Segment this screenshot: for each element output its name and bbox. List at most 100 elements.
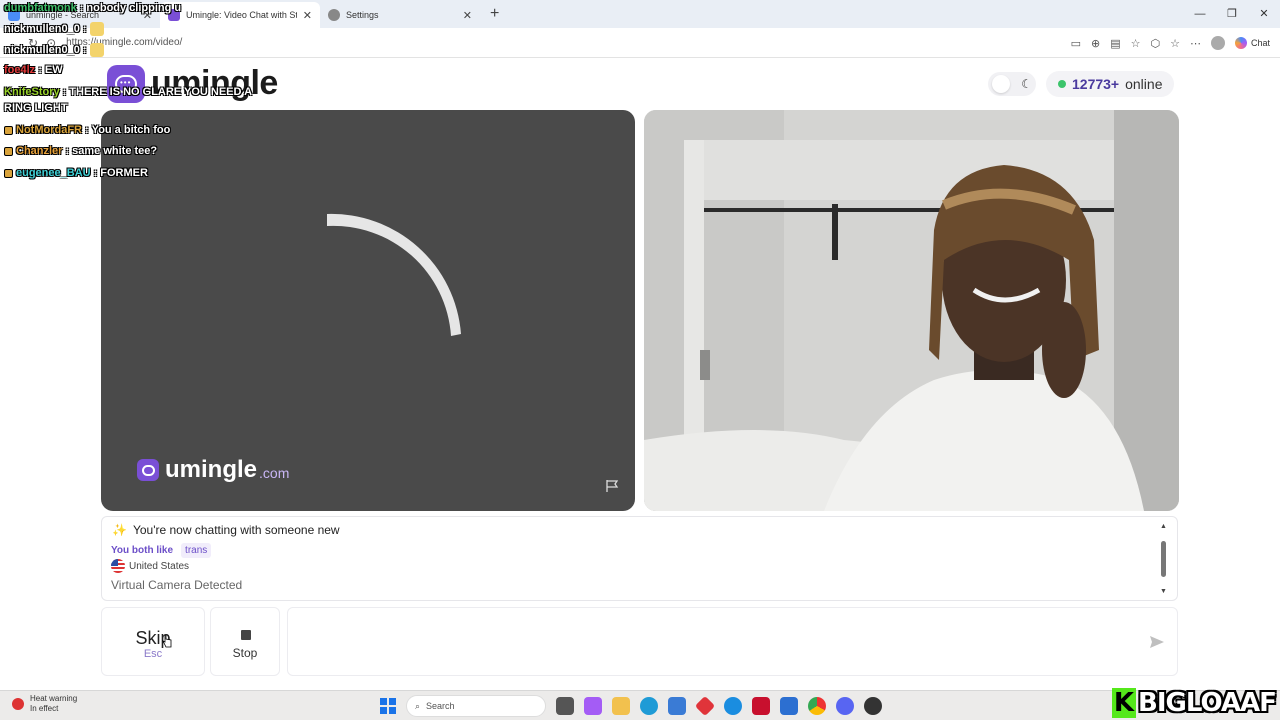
stranger-country: United States — [111, 559, 189, 573]
profile-avatar[interactable] — [1210, 36, 1225, 50]
close-icon[interactable]: ✕ — [303, 9, 312, 22]
tab-settings[interactable]: Settings ✕ — [320, 2, 480, 28]
online-status-dot — [1058, 80, 1066, 88]
send-icon[interactable] — [1149, 634, 1165, 650]
extensions-icon[interactable]: ⬡ — [1151, 37, 1161, 50]
task-view-icon[interactable] — [556, 697, 574, 715]
close-window-button[interactable]: ✕ — [1248, 0, 1280, 28]
collections-icon[interactable]: ☆ — [1170, 37, 1180, 50]
virtual-camera-notice: Virtual Camera Detected — [111, 578, 243, 592]
taskbar-apps: ⌕ Search — [380, 694, 882, 718]
online-label: online — [1125, 76, 1163, 92]
site-logo[interactable]: umingle — [107, 64, 278, 103]
heat-warning-icon — [12, 698, 24, 710]
stop-icon — [241, 630, 251, 640]
local-video: umingle .com — [101, 110, 635, 511]
browser-tab-bar: unmingle - Search ✕ Umingle: Video Chat … — [0, 0, 1280, 28]
watermark-text: umingle — [165, 456, 258, 483]
loading-spinner — [327, 213, 461, 336]
both-like-label: You both like — [111, 545, 174, 556]
file-explorer-icon[interactable] — [612, 697, 630, 715]
chat-bubble-logo-icon — [137, 459, 159, 481]
us-flag-icon — [111, 559, 125, 573]
back-icon[interactable]: ← — [8, 36, 20, 50]
reader-icon[interactable]: ▤ — [1110, 37, 1120, 50]
subscriber-badge-icon — [4, 125, 13, 135]
refresh-icon[interactable]: ↻ — [28, 36, 38, 50]
watermark-domain: .com — [259, 465, 290, 481]
subscriber-badge-icon — [4, 168, 13, 178]
windows-taskbar: Heat warning In effect ⌕ Search — [0, 690, 1280, 720]
toolbar-icons: ▭ ⊕ ▤ ☆ ⬡ ☆ ⋯ Chat — [1071, 28, 1270, 58]
logo-text: umingle — [151, 64, 278, 102]
chat-text: RING LIGHT — [4, 102, 68, 114]
camera-icon[interactable]: ▭ — [1071, 37, 1081, 50]
stop-button[interactable]: Stop — [210, 607, 280, 676]
tab-title: Umingle: Video Chat with Str — [186, 10, 297, 20]
help-icon[interactable] — [724, 697, 742, 715]
kick-logo-icon: K — [1112, 688, 1136, 718]
skip-label: Skip — [135, 628, 171, 648]
message-box[interactable] — [287, 607, 1178, 676]
zoom-icon[interactable]: ⊕ — [1091, 37, 1100, 50]
stream-chat-message: foe4lz: EW — [4, 64, 63, 76]
weather-widget[interactable]: Heat warning In effect — [12, 694, 77, 714]
chat-username: eugenee_BAU — [16, 167, 91, 179]
close-icon[interactable]: ✕ — [463, 9, 472, 22]
stream-chat-message: RING LIGHT — [4, 102, 68, 114]
streamer-watermark: K BIGLOAAF — [1112, 686, 1280, 720]
close-icon[interactable]: ✕ — [143, 9, 152, 22]
stop-label: Stop — [232, 646, 258, 660]
tab-umingle[interactable]: Umingle: Video Chat with Str ✕ — [160, 2, 320, 28]
hand-cursor-icon — [162, 634, 172, 648]
system-message-text: You're now chatting with someone new — [132, 523, 340, 537]
chat-scrollbar[interactable]: ▲ ▼ — [1160, 523, 1167, 595]
mail-icon[interactable] — [780, 697, 798, 715]
app-red-icon[interactable] — [694, 695, 716, 717]
theme-toggle[interactable]: ☾ — [988, 72, 1036, 96]
address-bar: ← ↻ ⊙ https://umingle.com/video/ ▭ ⊕ ▤ ☆… — [0, 28, 1280, 58]
new-tab-button[interactable]: + — [480, 5, 509, 23]
chat-username: Chanzler — [16, 145, 63, 157]
skip-button[interactable]: Skip Esc — [101, 607, 205, 676]
scroll-down-icon[interactable]: ▼ — [1160, 588, 1167, 595]
mcafee-icon[interactable] — [752, 697, 770, 715]
online-count-badge: 12773+ online — [1046, 71, 1175, 97]
remote-video-frame — [644, 110, 1179, 511]
copilot-app-icon[interactable] — [584, 697, 602, 715]
chat-label: Chat — [1250, 38, 1270, 48]
copilot-chat-button[interactable]: Chat — [1234, 37, 1270, 49]
favorite-star-icon[interactable]: ☆ — [1131, 37, 1141, 50]
lock-icon[interactable]: ⊙ — [46, 36, 56, 50]
maximize-button[interactable]: ❐ — [1216, 0, 1248, 28]
remote-video — [644, 110, 1179, 511]
system-message: ✨ You're now chatting with someone new — [112, 523, 340, 537]
chat-log: ✨ You're now chatting with someone new Y… — [101, 516, 1178, 601]
scroll-thumb[interactable] — [1161, 541, 1166, 577]
minimize-button[interactable]: — — [1184, 0, 1216, 28]
edge-icon[interactable] — [640, 697, 658, 715]
tab-search[interactable]: unmingle - Search ✕ — [0, 2, 160, 28]
moon-icon: ☾ — [1021, 77, 1032, 91]
store-icon[interactable] — [668, 697, 686, 715]
chrome-icon[interactable] — [808, 697, 826, 715]
heat-title: Heat warning — [30, 694, 78, 703]
taskbar-search[interactable]: ⌕ Search — [406, 695, 546, 717]
tab-title: unmingle - Search — [26, 10, 100, 20]
url-field[interactable]: https://umingle.com/video/ — [66, 37, 182, 48]
umingle-tab-icon — [168, 9, 180, 21]
copilot-icon — [1234, 37, 1247, 49]
scroll-up-icon[interactable]: ▲ — [1160, 523, 1167, 530]
chat-username: NotMordaFR — [16, 124, 82, 136]
obs-icon[interactable] — [864, 697, 882, 715]
message-input[interactable] — [298, 628, 1118, 656]
windows-start-icon[interactable] — [380, 698, 396, 714]
report-flag-icon[interactable] — [605, 479, 619, 493]
gear-icon — [328, 9, 340, 21]
country-label: United States — [129, 560, 190, 572]
chat-username: KnifeStory — [4, 86, 60, 98]
search-placeholder: Search — [426, 701, 455, 711]
more-icon[interactable]: ⋯ — [1190, 37, 1201, 50]
discord-icon[interactable] — [836, 697, 854, 715]
chat-username: foe4lz — [4, 64, 36, 76]
